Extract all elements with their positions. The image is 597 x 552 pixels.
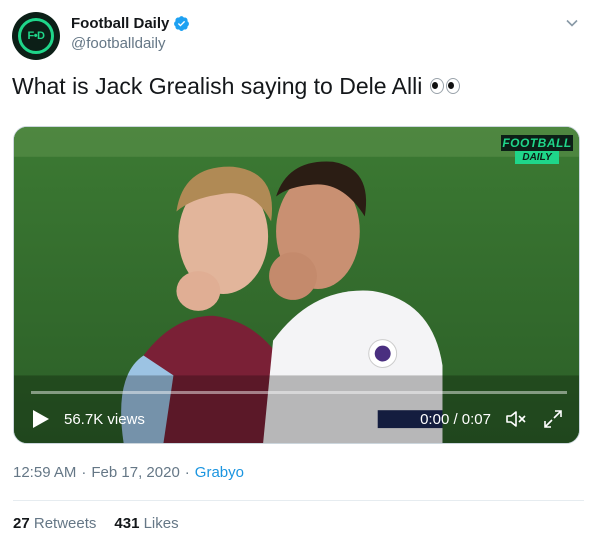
likes-count: 431	[114, 515, 140, 532]
football-daily-watermark: FOOTBALL DAILY	[501, 135, 573, 164]
fullscreen-icon[interactable]	[543, 409, 563, 429]
retweets-label: Retweets	[33, 515, 97, 532]
video-player[interactable]: FOOTBALL DAILY 56.7K views 0:00 / 0:07	[13, 126, 580, 444]
tweet-meta: 12:59 AM · Feb 17, 2020 · Grabyo	[13, 464, 244, 481]
video-time: 0:00 / 0:07	[420, 410, 491, 428]
tweet-body: What is Jack Grealish saying to Dele All…	[12, 73, 423, 99]
tweet-stats: 27 Retweets 431 Likes	[13, 515, 179, 532]
author-name[interactable]: Football Daily	[71, 15, 169, 32]
avatar-logo: F•D	[18, 18, 54, 54]
tweet-time[interactable]: 12:59 AM	[13, 464, 76, 481]
eyes-icon	[430, 78, 461, 94]
retweets-count: 27	[13, 515, 30, 532]
video-controls: 56.7K views 0:00 / 0:07	[14, 395, 579, 443]
view-count: 56.7K views	[64, 410, 145, 428]
tweet-source-link[interactable]: Grabyo	[195, 464, 244, 481]
volume-muted-icon[interactable]	[505, 409, 527, 429]
watermark-line1: FOOTBALL	[501, 135, 573, 151]
video-progress-bar[interactable]	[31, 391, 567, 394]
play-icon[interactable]	[32, 409, 50, 429]
tweet-text: What is Jack Grealish saying to Dele All…	[12, 70, 461, 102]
verified-badge-icon	[174, 16, 190, 31]
meta-separator: ·	[81, 464, 87, 481]
chevron-down-icon[interactable]	[565, 16, 579, 30]
divider	[13, 500, 584, 501]
author-handle[interactable]: @footballdaily	[71, 35, 165, 52]
likes-stat[interactable]: 431 Likes	[114, 515, 178, 532]
author-name-row[interactable]: Football Daily	[71, 15, 190, 32]
watermark-line2: DAILY	[515, 151, 559, 164]
retweets-stat[interactable]: 27 Retweets	[13, 515, 96, 532]
tweet-date[interactable]: Feb 17, 2020	[91, 464, 179, 481]
likes-label: Likes	[143, 515, 179, 532]
meta-separator: ·	[184, 464, 190, 481]
avatar[interactable]: F•D	[12, 12, 60, 60]
